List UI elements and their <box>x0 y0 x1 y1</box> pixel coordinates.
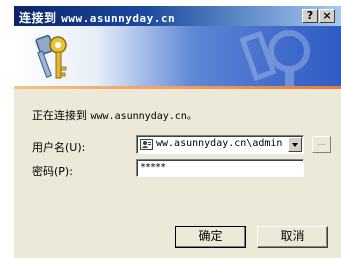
connection-status: 正在连接到 www.asunnyday.cn。 <box>32 107 197 123</box>
window-title: 连接到 www.asunnyday.cn <box>19 9 175 26</box>
status-host: www.asunnyday.cn。 <box>90 111 197 122</box>
password-label: 密码(P): <box>32 165 73 178</box>
username-combobox[interactable]: ww.asunnyday.cn\admin <box>136 135 304 154</box>
banner-divider <box>14 86 341 89</box>
browse-button[interactable]: ... <box>312 136 331 153</box>
username-label: 用户名(U): <box>32 141 86 154</box>
ok-button[interactable]: 确定 <box>175 226 246 248</box>
username-value[interactable]: ww.asunnyday.cn\admin <box>156 138 284 149</box>
banner-watermark-icon <box>239 30 310 86</box>
status-prefix: 正在连接到 <box>32 109 87 122</box>
title-prefix: 连接到 <box>19 11 57 25</box>
title-host: www.asunnyday.cn <box>61 12 176 25</box>
keys-icon <box>35 34 67 79</box>
close-button[interactable]: × <box>319 9 335 23</box>
user-card-icon <box>140 139 153 150</box>
title-bar[interactable]: 连接到 www.asunnyday.cn ? × <box>14 6 341 26</box>
chevron-down-icon[interactable] <box>288 137 302 152</box>
password-field[interactable]: ***** <box>136 159 304 177</box>
help-button[interactable]: ? <box>302 9 318 23</box>
dialog-banner <box>14 26 341 86</box>
login-dialog: 连接到 www.asunnyday.cn ? × 正在连接到 www.asunn… <box>13 5 341 258</box>
cancel-button[interactable]: 取消 <box>257 226 328 248</box>
